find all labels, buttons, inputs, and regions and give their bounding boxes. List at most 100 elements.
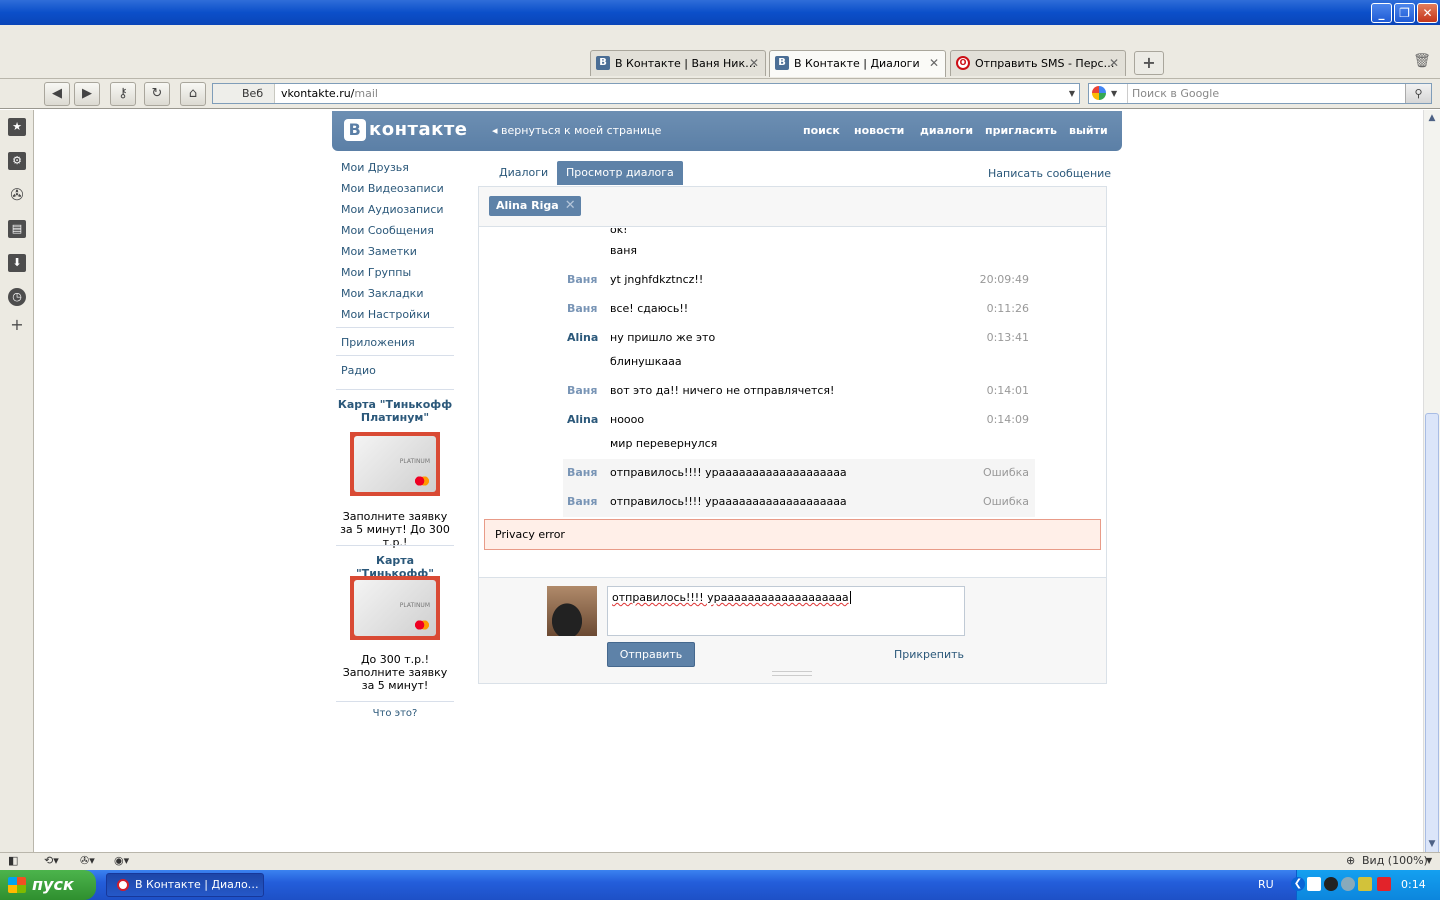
message-author[interactable]: Ваня [567,273,597,286]
panel-toggle-icon[interactable]: ◧ [8,854,18,867]
back-to-my-page-link[interactable]: ◂ вернуться к моей странице [492,124,661,137]
trash-icon[interactable]: 🗑 [1412,53,1432,73]
notes-icon[interactable]: ▤ [8,220,26,238]
vk-favicon-icon: В [596,56,610,70]
tab-close-icon[interactable]: ✕ [929,51,939,76]
tray-app-icon[interactable] [1358,877,1372,891]
message-author[interactable]: Ваня [567,384,597,397]
new-tab-button[interactable]: + [1134,51,1164,75]
downloads-icon[interactable]: ⬇ [8,254,26,272]
message-status: Ошибка [982,495,1029,508]
menu-my-audio[interactable]: Мои Аудиозаписи [341,203,444,216]
windows-logo-icon [8,877,26,893]
nav-search[interactable]: поиск [803,124,840,137]
chevron-down-icon[interactable]: ▼ [1426,856,1432,865]
message-author[interactable]: Ваня [567,302,597,315]
tab-view-dialog[interactable]: Просмотр диалога [557,161,683,185]
text-cursor [849,591,851,604]
language-indicator[interactable]: RU [1258,878,1274,891]
write-message-link[interactable]: Написать сообщение [988,167,1111,180]
taskbar-opera-window[interactable]: В Контакте | Диало… [106,873,264,897]
back-button[interactable]: ◀ [44,82,70,106]
tray-app-icon[interactable] [1341,877,1355,891]
tray-app-icon[interactable] [1307,877,1321,891]
chevron-down-icon[interactable]: ▼ [1111,84,1117,103]
tab-send-sms[interactable]: O Отправить SMS - Перс… ✕ [950,50,1126,76]
forward-button[interactable]: ▶ [74,82,100,106]
message-input[interactable]: отправилось!!!! урааааааааааааааааааа [607,586,965,636]
scroll-down-icon[interactable]: ▼ [1424,836,1440,852]
menu-my-groups[interactable]: Мои Группы [341,266,411,279]
scroll-thumb[interactable] [1425,413,1439,900]
message-author[interactable]: Ваня [567,495,597,508]
menu-apps[interactable]: Приложения [341,336,415,349]
wand-icon[interactable]: ⚷ [110,82,136,106]
ad-card-image[interactable]: PLATINUM [350,432,440,496]
tab-vk-profile[interactable]: В В Контакте | Ваня Ник… ✕ [590,50,766,76]
start-button[interactable]: пуск [0,870,96,900]
message-text: ok! [610,228,628,236]
search-icon[interactable]: ⚲ [1405,84,1431,103]
turbo-icon[interactable]: ◉▾ [114,854,129,867]
tab-vk-dialogs[interactable]: В В Контакте | Диалоги ✕ [769,50,946,77]
menu-my-videos[interactable]: Мои Видеозаписи [341,182,444,195]
menu-my-notes[interactable]: Мои Заметки [341,245,417,258]
vk-logo[interactable]: Вконтакте [344,119,467,141]
nav-logout[interactable]: выйти [1069,124,1108,137]
tab-dialogs[interactable]: Диалоги [490,161,557,185]
status-bar: ◧ ⟲▾ ✇▾ ◉▾ ⊕ Вид (100%) ▼ [0,852,1440,870]
sync-icon[interactable]: ⟲▾ [44,854,59,867]
menu-radio[interactable]: Радио [341,364,376,377]
send-button[interactable]: Отправить [607,642,695,667]
add-panel-icon[interactable]: + [8,316,26,334]
avatar[interactable] [547,586,597,636]
close-window-button[interactable]: ✕ [1417,3,1438,23]
opera-icon [117,879,129,891]
remove-icon[interactable]: ✕ [565,196,576,216]
tray-app-icon[interactable] [1324,877,1338,891]
ad-card-image[interactable]: PLATINUM [350,576,440,640]
resize-grip[interactable] [772,671,812,676]
address-dropdown-icon[interactable]: ▼ [1069,84,1075,103]
vertical-scrollbar[interactable]: ▲ ▼ [1423,110,1440,900]
message-author[interactable]: Ваня [567,466,597,479]
address-field[interactable]: Веб vkontakte.ru/mail ▼ [212,83,1080,104]
menu-my-messages[interactable]: Мои Сообщения [341,224,434,237]
home-button[interactable]: ⌂ [180,82,206,106]
restore-button[interactable]: ❐ [1394,3,1415,23]
message-author[interactable]: Alina [567,331,598,344]
ad-text[interactable]: Заполните заявку за 5 минут! До 300 т.р.… [336,510,454,549]
unite-icon[interactable]: ✇▾ [80,854,95,867]
opera-favicon-icon: O [956,56,970,70]
menu-divider [336,701,454,702]
menu-my-settings[interactable]: Мои Настройки [341,308,430,321]
menu-my-friends[interactable]: Мои Друзья [341,161,409,174]
message-author[interactable]: Alina [567,413,598,426]
nav-news[interactable]: новости [854,124,904,137]
ad-text[interactable]: До 300 т.р.! Заполните заявку за 5 минут… [336,653,454,692]
message-time: 0:14:01 [986,384,1029,397]
privacy-error-box: Privacy error [484,519,1101,550]
minimize-button[interactable]: _ [1371,3,1392,23]
nav-invite[interactable]: пригласить [985,124,1057,137]
zoom-level[interactable]: Вид (100%) [1362,854,1428,867]
unite-icon[interactable]: ✇ [8,186,26,204]
reload-button[interactable]: ↻ [144,82,170,106]
google-search-field[interactable]: ▼ Поиск в Google ⚲ [1088,83,1432,104]
nav-dialogs[interactable]: диалоги [920,124,973,137]
show-hidden-icon[interactable]: ❮ [1291,877,1305,891]
tab-close-icon[interactable]: ✕ [749,51,759,76]
message-text: вот это да!! ничего не отправлячется! [610,384,835,397]
tab-close-icon[interactable]: ✕ [1109,51,1119,76]
widgets-icon[interactable]: ⚙ [8,152,26,170]
web-label: Веб [213,84,275,103]
attach-link[interactable]: Прикрепить [894,648,964,661]
history-icon[interactable]: ◷ [8,288,26,306]
scroll-up-icon[interactable]: ▲ [1424,110,1440,126]
menu-my-bookmarks[interactable]: Мои Закладки [341,287,423,300]
peer-chip[interactable]: Alina Riga ✕ [489,196,581,216]
bookmarks-icon[interactable]: ★ [8,118,26,136]
ad-title[interactable]: Карта "Тинькофф Платинум" [336,398,454,424]
antivirus-icon[interactable] [1377,877,1391,891]
what-is-this-link[interactable]: Что это? [336,707,454,720]
